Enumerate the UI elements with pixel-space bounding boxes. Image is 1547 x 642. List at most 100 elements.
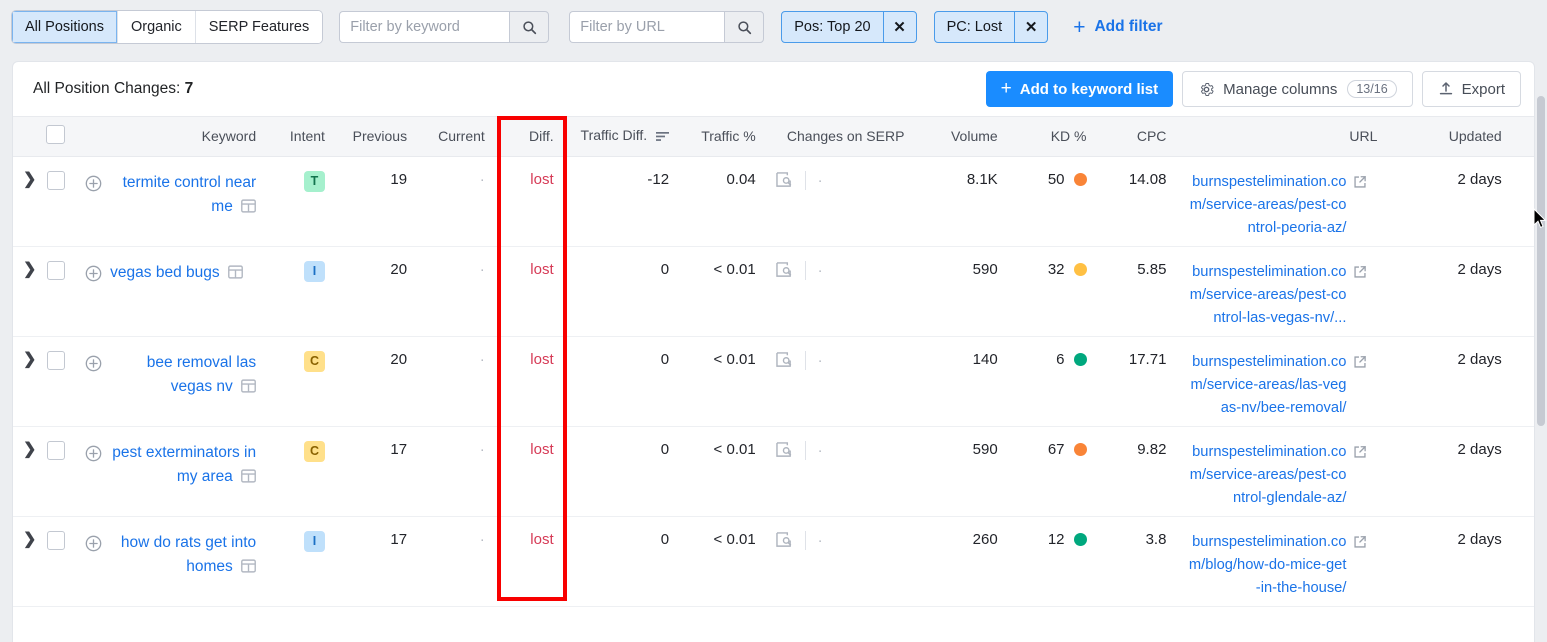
expand-row-icon[interactable]: ❯ [23,172,36,188]
volume-cell: 590 [914,426,1008,517]
expand-row-icon[interactable]: ❯ [23,442,36,458]
url-link[interactable]: burnspestelimination.com/service-areas/p… [1186,261,1347,330]
column-header-traffic-diff[interactable]: Traffic Diff. [563,117,680,157]
keyword-link[interactable]: vegas bed bugs [110,261,243,287]
filter-chip-position-change[interactable]: PC: Lost ✕ [933,11,1049,43]
select-all-checkbox[interactable] [46,125,66,145]
serp-preview-icon[interactable] [775,352,793,368]
external-link-icon-wrap[interactable] [1353,355,1367,373]
keyword-link[interactable]: bee removal las vegas nv [110,351,256,401]
external-link-icon-wrap[interactable] [1353,265,1367,283]
external-link-icon[interactable] [1353,535,1367,549]
add-keyword-icon-wrap[interactable] [85,265,102,286]
external-link-icon[interactable] [1353,445,1367,459]
column-header-keyword[interactable]: Keyword [75,117,267,157]
add-keyword-icon[interactable] [85,265,102,282]
add-keyword-icon[interactable] [85,355,102,372]
app-page: All Positions Organic SERP Features Filt… [0,0,1547,642]
row-spacer-cell [1511,156,1534,247]
sort-icon[interactable] [656,129,670,145]
expand-row-icon[interactable]: ❯ [23,352,36,368]
serp-preview-icon[interactable] [775,262,793,278]
intent-badge[interactable]: C [303,440,325,462]
vertical-scrollbar[interactable] [1535,0,1547,642]
traffic-diff-cell: 0 [563,336,680,427]
row-checkbox[interactable] [47,260,66,280]
position-type-segmented-control[interactable]: All Positions Organic SERP Features [12,11,323,43]
url-link[interactable]: burnspestelimination.com/service-areas/p… [1186,171,1347,240]
table-row[interactable]: ❯ pest exterminators in my area C 17 · lost 0… [13,426,1534,517]
add-filter-button[interactable]: + Add filter [1073,17,1162,38]
add-keyword-icon[interactable] [85,175,102,192]
keyword-link[interactable]: pest exterminators in my area [110,441,256,491]
url-link[interactable]: burnspestelimination.com/service-areas/p… [1186,441,1347,510]
url-search-button[interactable] [724,11,765,43]
filter-chip-position-label: Pos: Top 20 [794,19,871,35]
url-link[interactable]: burnspestelimination.com/service-areas/l… [1186,351,1347,420]
intent-badge[interactable]: T [303,170,325,192]
column-header-cpc[interactable]: CPC [1096,117,1177,157]
row-checkbox[interactable] [47,440,66,460]
expand-row-icon[interactable]: ❯ [23,262,36,278]
previous-cell: 19 [334,156,418,247]
column-header-current[interactable]: Current [417,117,495,157]
external-link-icon[interactable] [1353,355,1367,369]
serp-preview-icon[interactable] [775,532,793,548]
intent-badge[interactable]: I [303,260,325,282]
table-row[interactable]: ❯ how do rats get into homes I 17 · lost 0 < 0… [13,516,1534,607]
column-header-changes-on-serp[interactable]: Changes on SERP [765,117,915,157]
keyword-cell: pest exterminators in my area [75,426,267,517]
intent-badge[interactable]: I [303,530,325,552]
column-header-select-all[interactable] [13,117,76,157]
manage-columns-button[interactable]: Manage columns 13/16 [1182,71,1413,107]
current-cell: · [417,426,495,517]
column-header-updated[interactable]: Updated [1387,117,1512,157]
table-row[interactable]: ❯ vegas bed bugs I 20 · lost 0 < 0.01 · 590 32 5.8… [13,246,1534,337]
tab-serp-features[interactable]: SERP Features [195,11,323,43]
serp-preview-icon[interactable] [775,172,793,188]
column-header-url[interactable]: URL [1176,117,1388,157]
column-header-previous[interactable]: Previous [334,117,418,157]
row-spacer-cell [1511,246,1534,337]
kd-cell: 32 [1007,246,1097,337]
row-checkbox[interactable] [47,350,66,370]
add-keyword-icon-wrap[interactable] [85,535,102,556]
add-keyword-icon-wrap[interactable] [85,355,102,376]
column-header-traffic-pct[interactable]: Traffic % [679,117,766,157]
external-link-icon-wrap[interactable] [1353,535,1367,553]
serp-preview-icon[interactable] [775,442,793,458]
external-link-icon-wrap[interactable] [1353,175,1367,193]
intent-badge[interactable]: C [303,350,325,372]
column-header-kd[interactable]: KD % [1007,117,1097,157]
serp-feature-icon [228,264,243,279]
export-button[interactable]: Export [1421,71,1521,107]
expand-row-icon[interactable]: ❯ [23,532,36,548]
external-link-icon-wrap[interactable] [1353,445,1367,463]
external-link-icon[interactable] [1353,265,1367,279]
add-keyword-icon[interactable] [85,535,102,552]
table-row[interactable]: ❯ termite control near me T 19 · lost -12 0.04… [13,156,1534,247]
add-to-keyword-list-button[interactable]: + Add to keyword list [985,71,1174,107]
add-keyword-icon-wrap[interactable] [85,445,102,466]
add-keyword-icon[interactable] [85,445,102,462]
column-header-intent[interactable]: Intent [266,117,335,157]
close-icon[interactable]: ✕ [882,12,916,42]
scrollbar-thumb[interactable] [1537,96,1545,426]
table-row[interactable]: ❯ bee removal las vegas nv C 20 · lost 0 < 0.0… [13,336,1534,427]
tab-organic[interactable]: Organic [117,11,196,43]
close-icon[interactable]: ✕ [1014,12,1047,42]
external-link-icon[interactable] [1353,175,1367,189]
column-header-volume[interactable]: Volume [914,117,1008,157]
keyword-filter-input[interactable] [339,11,510,43]
column-header-diff[interactable]: Diff. [494,117,564,157]
row-checkbox[interactable] [47,530,66,550]
keyword-search-button[interactable] [509,11,550,43]
filter-chip-position[interactable]: Pos: Top 20 ✕ [781,11,917,43]
url-filter-input[interactable] [569,11,725,43]
keyword-link[interactable]: how do rats get into homes [110,531,256,581]
keyword-link[interactable]: termite control near me [110,171,257,221]
url-link[interactable]: burnspestelimination.com/blog/how-do-mic… [1186,531,1347,600]
add-keyword-icon-wrap[interactable] [85,175,102,196]
tab-all-positions[interactable]: All Positions [12,11,118,43]
row-checkbox[interactable] [47,170,66,190]
